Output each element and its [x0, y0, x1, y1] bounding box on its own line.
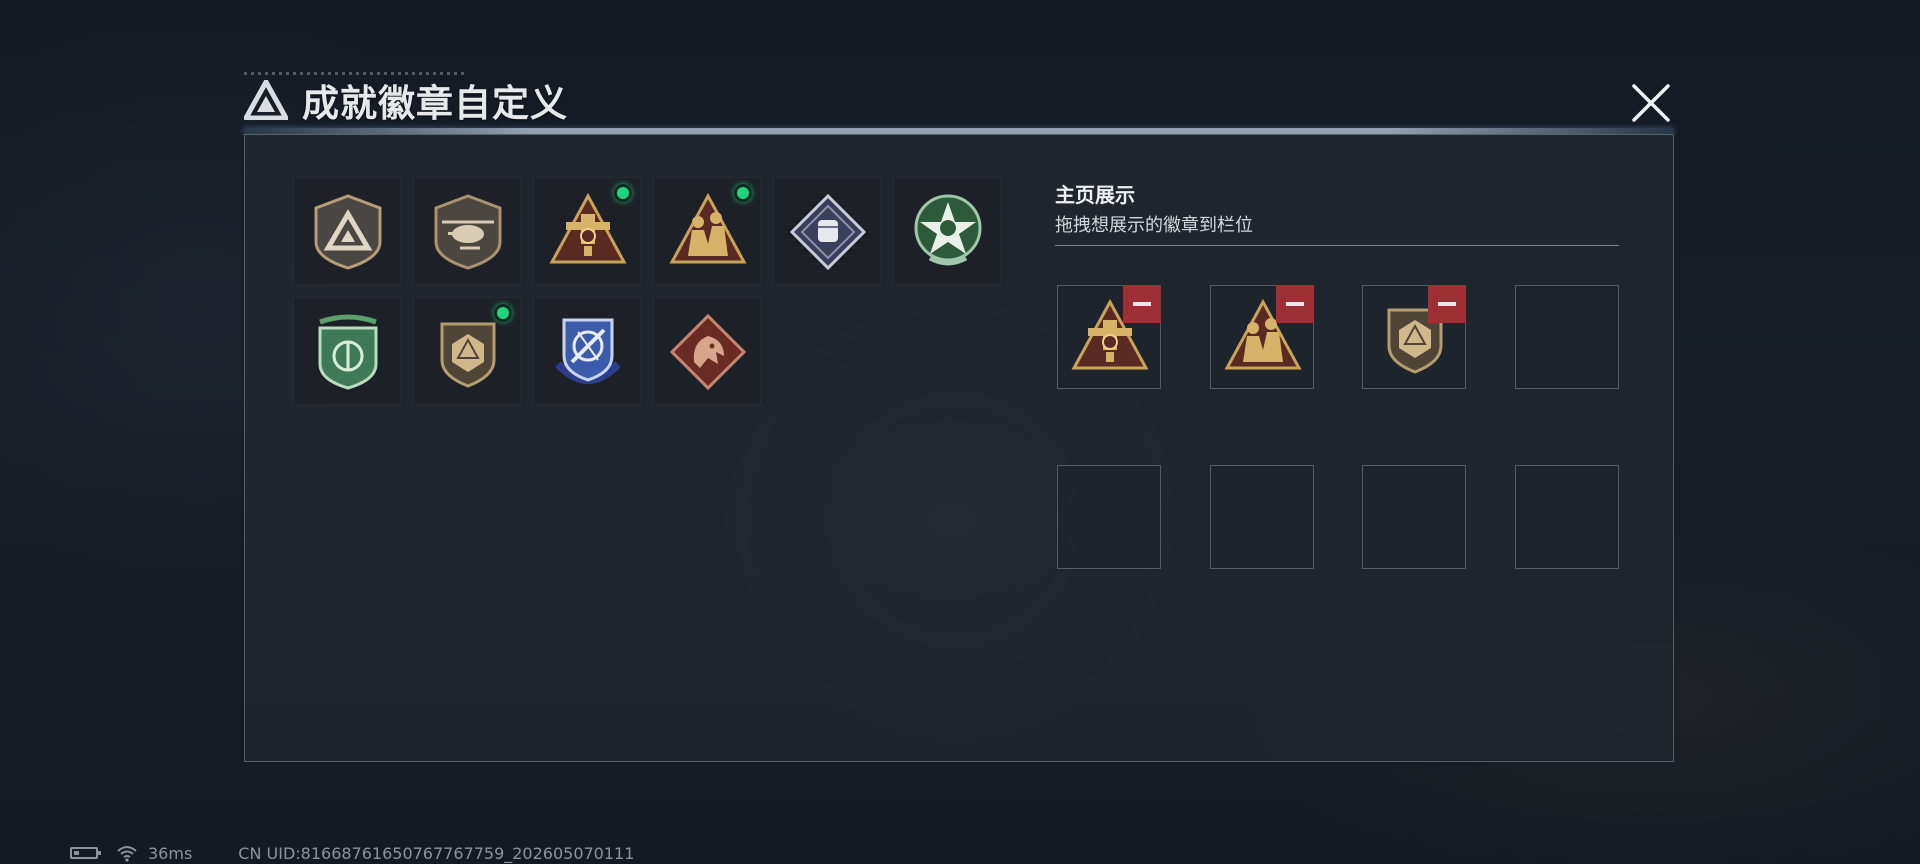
bronze-d20-shield-badge-icon [440, 322, 496, 388]
new-indicator-dot [614, 184, 632, 202]
new-indicator-dot [494, 304, 512, 322]
remove-badge-button[interactable] [1276, 285, 1314, 323]
badge-tile[interactable] [653, 297, 761, 405]
badge-tile[interactable] [413, 297, 521, 405]
wifi-icon [117, 846, 137, 862]
green-star-emblem-badge-icon [914, 194, 982, 266]
showcase-slot-8[interactable] [1515, 465, 1619, 569]
showcase-slot-6[interactable] [1210, 465, 1314, 569]
remove-badge-button[interactable] [1123, 285, 1161, 323]
showcase-title: 主页展示 [1055, 183, 1135, 207]
battery-icon [70, 847, 101, 859]
badge-tile[interactable] [893, 177, 1001, 285]
minus-icon [1133, 302, 1151, 306]
green-wreath-shield-badge-icon [318, 314, 378, 390]
gold-soldiers-triangle-badge-icon [669, 192, 747, 264]
status-bar: 36ms CN UID:816687616507677677​59_202605… [70, 843, 635, 863]
badge-tile[interactable] [653, 177, 761, 285]
showcase-slot-3[interactable] [1362, 285, 1466, 389]
close-icon[interactable] [1628, 80, 1674, 126]
badge-tile[interactable] [293, 297, 401, 405]
window-header: 成就徽章自定义 [244, 76, 568, 125]
minus-icon [1286, 302, 1304, 306]
badge-tile[interactable] [293, 177, 401, 285]
showcase-slot-4[interactable] [1515, 285, 1619, 389]
ping-value: 36ms [148, 843, 193, 863]
blue-crossed-blades-shield-badge-icon [555, 318, 621, 384]
new-indicator-dot [734, 184, 752, 202]
minus-icon [1438, 302, 1456, 306]
triangle-logo-shield-badge-icon [314, 194, 382, 270]
gold-tower-triangle-badge-icon [549, 192, 627, 264]
badge-tile[interactable] [773, 177, 881, 285]
showcase-slot-1[interactable] [1057, 285, 1161, 389]
delta-logo-icon [244, 80, 288, 120]
showcase-subtitle: 拖拽想展示的徽章到栏位 [1055, 215, 1253, 236]
badge-tile[interactable] [533, 177, 641, 285]
helicopter-shield-badge-icon [434, 194, 502, 270]
showcase-slot-2[interactable] [1210, 285, 1314, 389]
badge-tile[interactable] [413, 177, 521, 285]
red-dragon-diamond-badge-icon [669, 313, 747, 391]
customize-panel: 主页展示 拖拽想展示的徽章到栏位 [244, 134, 1674, 762]
remove-badge-button[interactable] [1428, 285, 1466, 323]
showcase-slot-7[interactable] [1362, 465, 1466, 569]
silver-fist-diamond-badge-icon [789, 193, 867, 271]
showcase-divider [1055, 245, 1619, 246]
user-uid: CN UID:816687616507677677​59_20260507011… [238, 843, 635, 863]
showcase-slot-5[interactable] [1057, 465, 1161, 569]
page-title: 成就徽章自定义 [302, 82, 568, 125]
badge-tile[interactable] [533, 297, 641, 405]
